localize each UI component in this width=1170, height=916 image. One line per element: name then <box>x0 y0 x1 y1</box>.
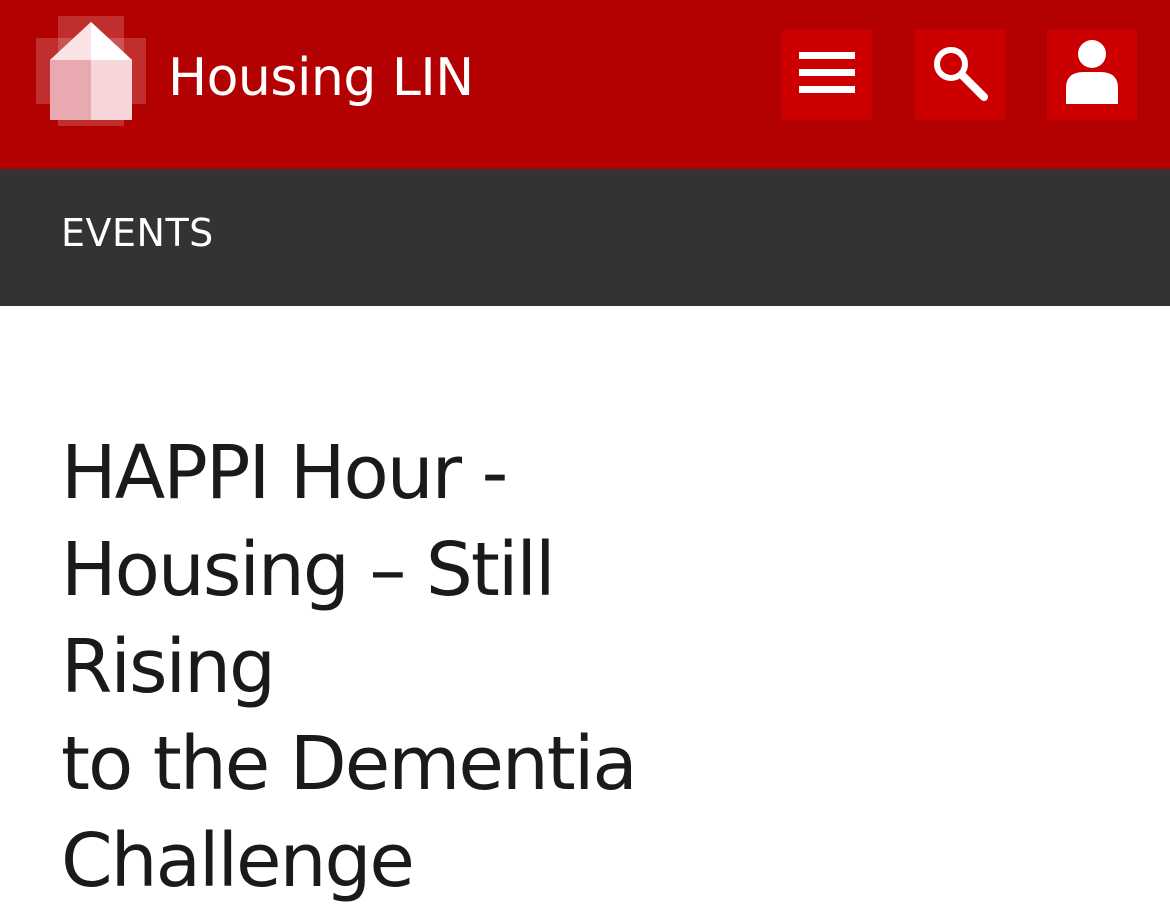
event-title: HAPPI Hour - Housing – Still Rising to t… <box>61 425 781 910</box>
user-icon <box>1062 38 1122 112</box>
event-title-line: Housing – Still Rising <box>61 527 556 710</box>
search-icon <box>929 42 991 108</box>
brand-name[interactable]: Housing LIN <box>168 46 474 110</box>
search-button[interactable] <box>915 30 1005 120</box>
event-title-line: HAPPI Hour - <box>61 430 508 516</box>
event-title-line: Challenge <box>61 818 415 904</box>
hamburger-menu-icon <box>797 48 857 102</box>
section-label[interactable]: EVENTS <box>61 209 214 257</box>
site-header: Housing LIN <box>0 0 1170 169</box>
menu-button[interactable] <box>782 30 872 120</box>
event-title-line: to the Dementia <box>61 721 638 807</box>
house-logo-icon[interactable] <box>36 16 146 126</box>
account-button[interactable] <box>1047 30 1137 120</box>
